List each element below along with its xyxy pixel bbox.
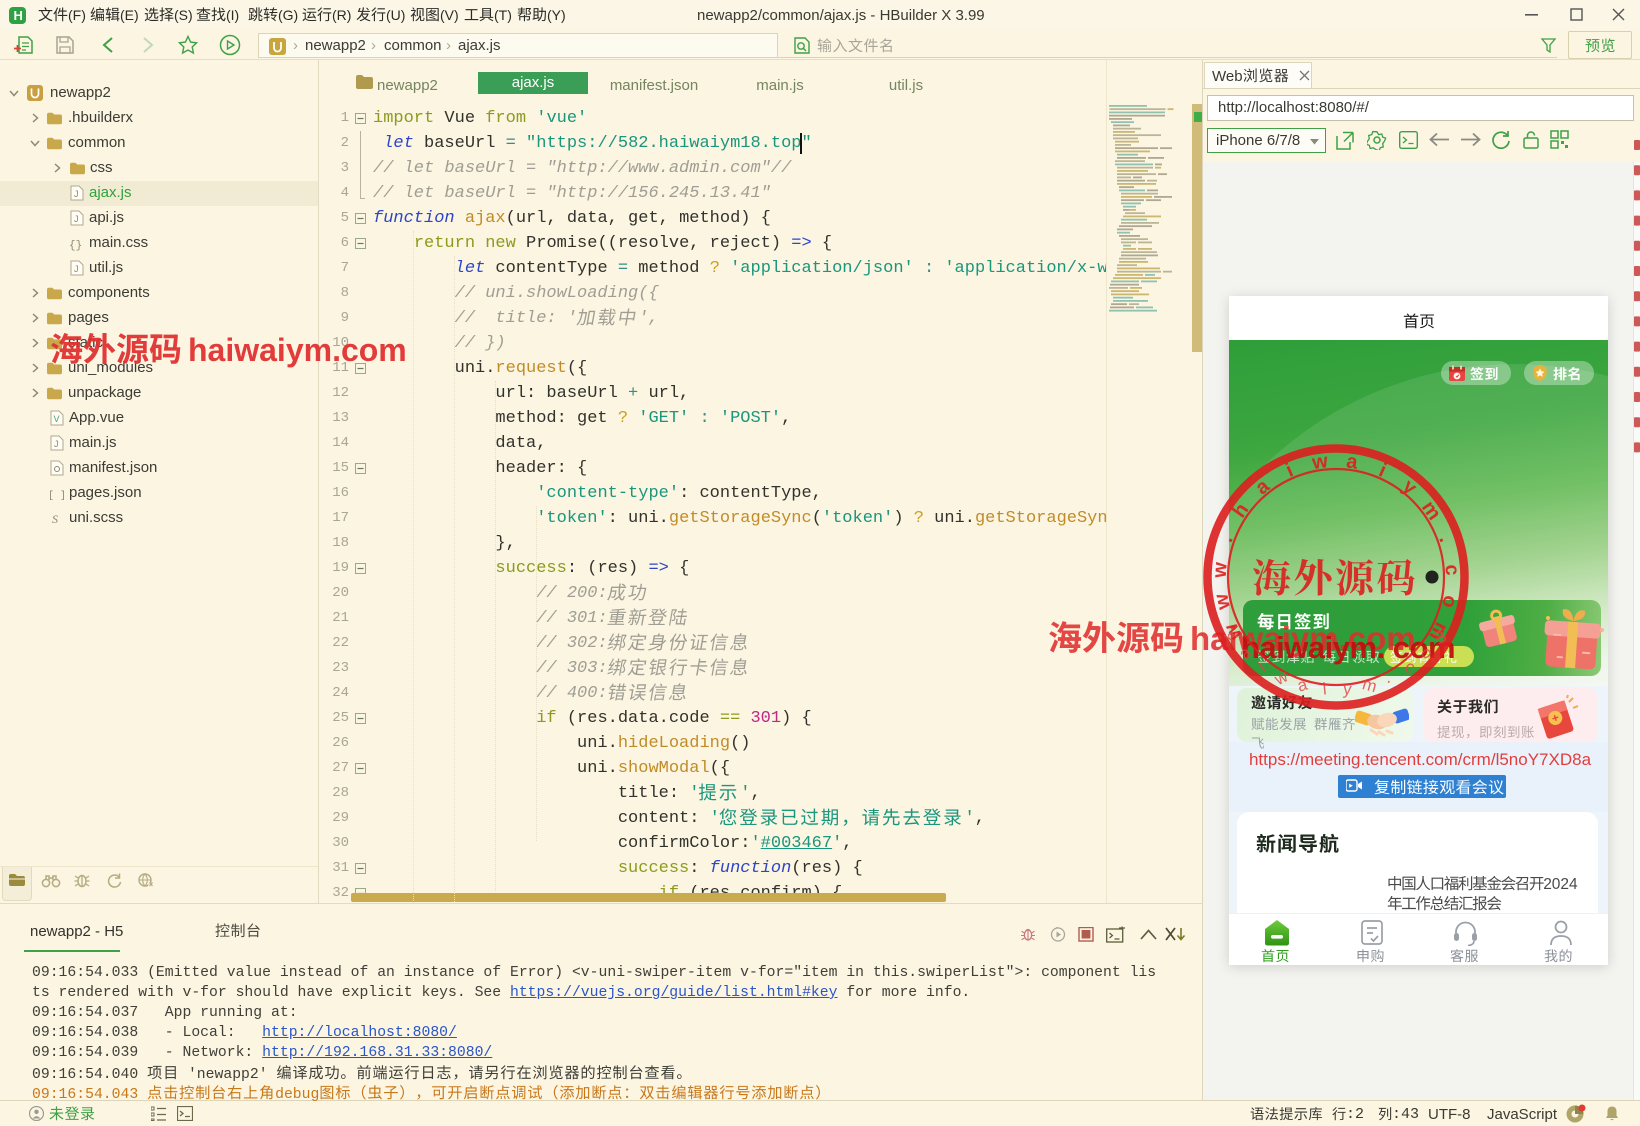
svg-text:S: S — [52, 512, 58, 526]
svg-text:J: J — [74, 264, 79, 274]
svg-text:J: J — [74, 214, 79, 224]
svg-text:J: J — [54, 439, 59, 449]
svg-text:{}: {} — [69, 240, 82, 251]
svg-text:V: V — [54, 414, 60, 424]
svg-text:J: J — [74, 189, 79, 199]
svg-text:[ ]: [ ] — [48, 490, 66, 501]
